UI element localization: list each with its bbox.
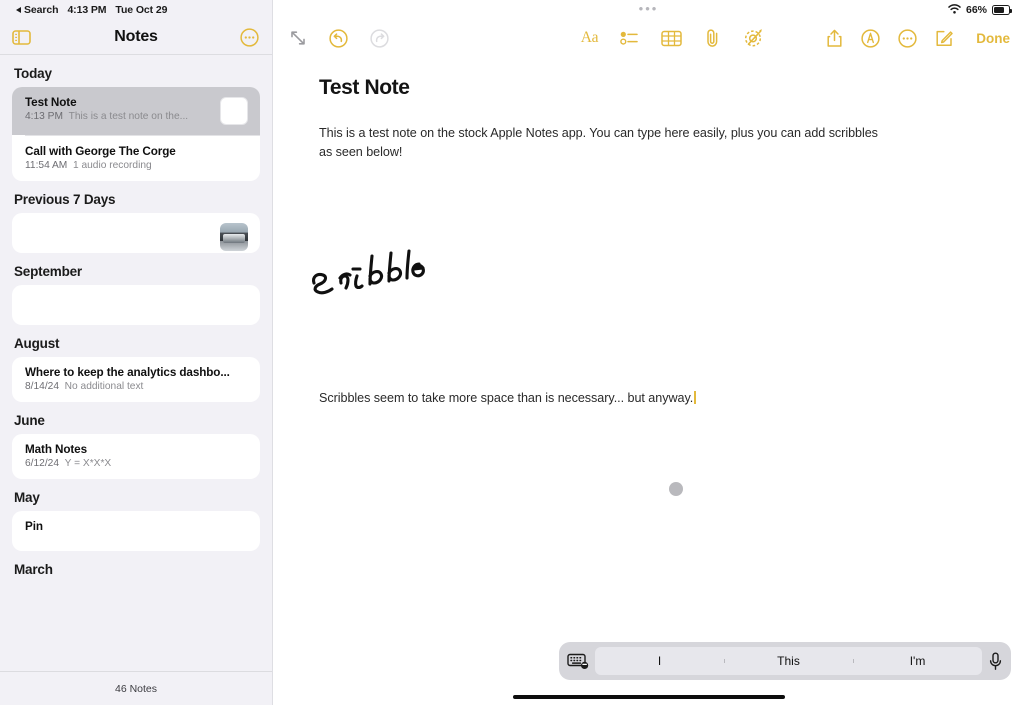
compose-icon[interactable] xyxy=(935,29,954,48)
note-row-title: Where to keep the analytics dashbo... xyxy=(25,366,248,379)
table-row[interactable]: Math Notes 6/12/24 Y = X*X*X xyxy=(12,434,260,479)
note-row-subtitle: 6/12/24 Y = X*X*X xyxy=(25,458,248,469)
note-row-time: 6/12/24 xyxy=(25,458,59,469)
note-row-time: 4:13 PM xyxy=(25,111,63,122)
note-group: Where to keep the analytics dashbo... 8/1… xyxy=(12,357,260,402)
home-indicator[interactable] xyxy=(513,695,785,700)
prediction-item[interactable]: I'm xyxy=(853,654,982,668)
section-header: March xyxy=(12,551,260,583)
section-header: Previous 7 Days xyxy=(12,181,260,213)
note-row-title: Test Note xyxy=(25,96,214,109)
checklist-icon[interactable] xyxy=(620,30,639,46)
note-group xyxy=(12,285,260,325)
note-row-subtitle: 4:13 PM This is a test note on the... xyxy=(25,111,214,122)
note-row-texts: Call with George The Corge 11:54 AM 1 aud… xyxy=(25,145,248,171)
ipad-notes-app: Search 4:13 PM Tue Oct 29 Notes Today Tes… xyxy=(0,0,1024,705)
sidebar-toggle-icon[interactable] xyxy=(12,30,31,45)
prediction-item[interactable]: This xyxy=(724,654,853,668)
note-row-subtitle: 11:54 AM 1 audio recording xyxy=(25,160,248,171)
section-header: Today xyxy=(12,55,260,87)
notes-count-bar: 46 Notes xyxy=(0,671,272,705)
sidebar-title: Notes xyxy=(0,28,272,46)
table-row[interactable]: Call with George The Corge 11:54 AM 1 aud… xyxy=(12,136,260,181)
note-paragraph-1[interactable]: This is a test note on the stock Apple N… xyxy=(319,124,885,162)
table-icon[interactable] xyxy=(661,30,682,47)
section-header: June xyxy=(12,402,260,434)
note-row-preview: 1 audio recording xyxy=(73,160,152,171)
status-time: 4:13 PM xyxy=(67,4,106,16)
note-content-area[interactable]: Test Note This is a test note on the sto… xyxy=(273,56,1024,705)
table-row[interactable] xyxy=(12,213,260,253)
note-row-texts: Test Note 4:13 PM This is a test note on … xyxy=(25,96,214,122)
annotate-circle-icon[interactable] xyxy=(861,29,880,48)
expand-arrows-icon[interactable] xyxy=(289,29,307,47)
drawing-resize-handle[interactable] xyxy=(669,482,683,496)
note-photo-thumbnail xyxy=(220,223,248,251)
microphone-icon[interactable] xyxy=(988,652,1003,671)
note-row-preview: This is a test note on the... xyxy=(69,111,188,122)
more-circle-icon[interactable] xyxy=(898,29,917,48)
sidebar-more-circle-icon[interactable] xyxy=(240,28,259,47)
table-row[interactable]: Test Note 4:13 PM This is a test note on … xyxy=(12,87,260,135)
note-group: Pin xyxy=(12,511,260,551)
note-blank-thumbnail xyxy=(220,97,248,125)
back-triangle-icon xyxy=(16,7,21,13)
section-header: May xyxy=(12,479,260,511)
prediction-suggestions[interactable]: IThisI'm xyxy=(595,647,982,675)
table-row[interactable] xyxy=(12,285,260,325)
scribble-drawing[interactable] xyxy=(281,234,461,319)
note-row-title: Math Notes xyxy=(25,443,248,456)
prediction-item[interactable]: I xyxy=(595,654,724,668)
note-row-preview: Y = X*X*X xyxy=(65,458,112,469)
table-row[interactable]: Where to keep the analytics dashbo... 8/1… xyxy=(12,357,260,402)
redo-icon xyxy=(370,29,389,48)
multitasking-handle[interactable]: ••• xyxy=(273,4,1024,16)
note-row-time: 11:54 AM xyxy=(25,160,67,171)
note-toolbar: Aa xyxy=(273,20,1024,56)
section-header: September xyxy=(12,253,260,285)
note-group: Math Notes 6/12/24 Y = X*X*X xyxy=(12,434,260,479)
share-icon[interactable] xyxy=(826,28,843,48)
battery-icon xyxy=(992,5,1010,15)
scan-markup-icon[interactable] xyxy=(743,28,764,48)
note-row-texts: Where to keep the analytics dashbo... 8/1… xyxy=(25,366,248,392)
note-row-title: Call with George The Corge xyxy=(25,145,248,158)
done-button[interactable]: Done xyxy=(976,31,1010,46)
notes-list[interactable]: Today Test Note 4:13 PM This is a test not… xyxy=(0,55,272,671)
paperclip-icon[interactable] xyxy=(704,28,721,48)
sidebar-status-bar: Search 4:13 PM Tue Oct 29 xyxy=(0,0,272,20)
note-row-preview: No additional text xyxy=(65,381,144,392)
text-cursor xyxy=(694,391,696,404)
keyboard-prediction-bar: IThisI'm xyxy=(559,642,1011,680)
note-paragraph-2-wrap[interactable]: Scribbles seem to take more space than i… xyxy=(319,389,696,408)
table-row[interactable]: Pin xyxy=(12,511,260,551)
note-paragraph-2: Scribbles seem to take more space than i… xyxy=(319,391,693,405)
note-row-texts: Math Notes 6/12/24 Y = X*X*X xyxy=(25,443,248,469)
note-title[interactable]: Test Note xyxy=(319,76,984,100)
sidebar-header: Notes xyxy=(0,20,272,54)
note-row-title: Pin xyxy=(25,520,248,533)
status-back-to-search[interactable]: Search xyxy=(16,4,58,16)
notes-sidebar: Search 4:13 PM Tue Oct 29 Notes Today Tes… xyxy=(0,0,273,705)
note-row-texts: Pin xyxy=(25,520,248,533)
section-header: August xyxy=(12,325,260,357)
note-detail-pane: ••• 66% Aa xyxy=(273,0,1024,705)
note-group: Test Note 4:13 PM This is a test note on … xyxy=(12,87,260,181)
note-row-subtitle: 8/14/24 No additional text xyxy=(25,381,248,392)
format-text-button[interactable]: Aa xyxy=(581,29,598,47)
notes-count-label: 46 Notes xyxy=(115,683,157,695)
status-back-label: Search xyxy=(24,4,58,16)
note-group xyxy=(12,213,260,253)
hide-keyboard-icon[interactable] xyxy=(567,653,589,670)
undo-icon[interactable] xyxy=(329,29,348,48)
note-row-time: 8/14/24 xyxy=(25,381,59,392)
status-date: Tue Oct 29 xyxy=(115,4,167,16)
